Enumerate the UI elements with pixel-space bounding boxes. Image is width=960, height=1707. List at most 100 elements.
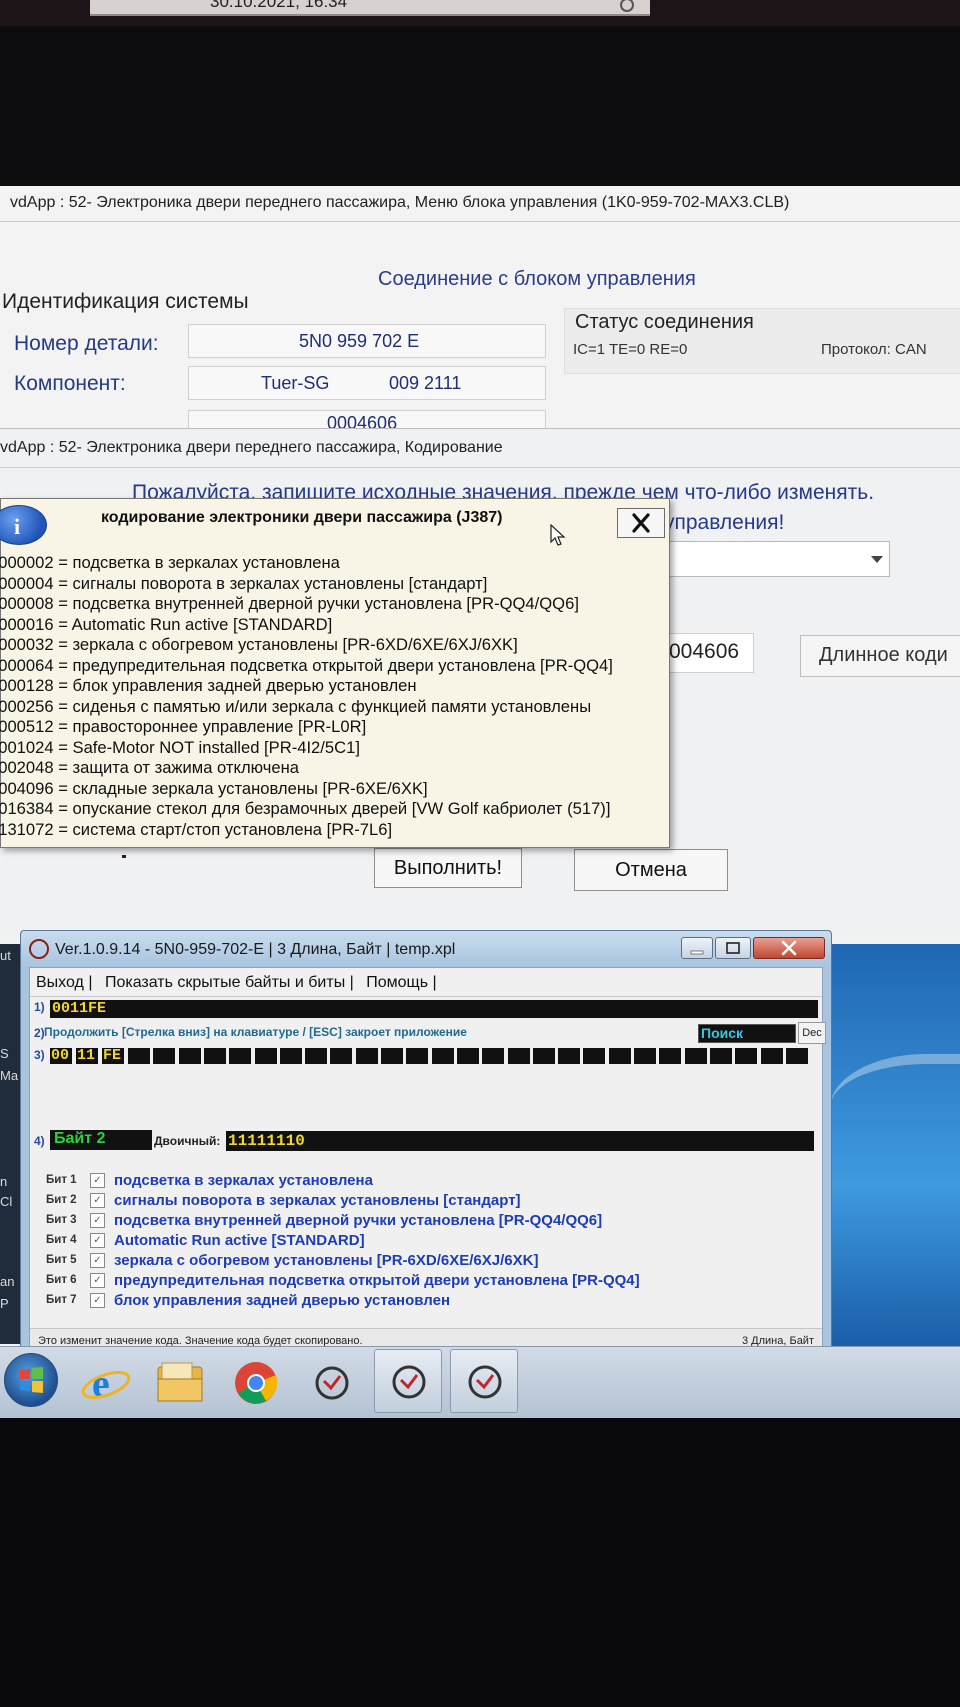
file-explorer-icon[interactable]: [152, 1357, 208, 1409]
close-icon[interactable]: [618, 509, 664, 537]
long-coding-button[interactable]: Длинное коди: [800, 635, 960, 677]
part-number-value: 5N0 959 702 E: [299, 331, 420, 351]
bit-description: подсветка внутренней дверной ручки устан…: [114, 1212, 603, 1229]
byte-cell-empty[interactable]: [532, 1048, 555, 1064]
coding-combo[interactable]: [664, 541, 890, 577]
app-logo-icon: [29, 939, 49, 959]
byte-cell-empty[interactable]: [760, 1048, 783, 1064]
byte-cell-empty[interactable]: [608, 1048, 631, 1064]
background-window-edge: ut S Ma n Cl an P: [0, 944, 22, 1344]
byte-cell[interactable]: 00: [50, 1047, 72, 1064]
code-value-bar[interactable]: 0011FE: [50, 1000, 818, 1018]
byte-cell-empty[interactable]: [558, 1048, 581, 1064]
byte-label: Байт 2: [54, 1130, 106, 1147]
warning-line-2: управления!: [664, 511, 785, 534]
bit-label: Бит 3: [46, 1214, 77, 1226]
bit-checkbox[interactable]: ✓: [90, 1213, 105, 1228]
cancel-button[interactable]: Отмена: [574, 849, 728, 891]
taskbar-button[interactable]: [374, 1349, 442, 1413]
coding-input[interactable]: 004606: [664, 633, 754, 673]
binary-value-bar[interactable]: 11111110: [226, 1131, 814, 1151]
top-window-edge: [90, 0, 650, 16]
desktop-wallpaper: [830, 944, 960, 1346]
byte-cell-empty[interactable]: [203, 1048, 226, 1064]
vcds-icon[interactable]: [304, 1357, 360, 1409]
byte-cell-empty[interactable]: [583, 1048, 606, 1064]
control-unit-window: vdApp : 52- Электроника двери переднего …: [0, 186, 960, 430]
byte-cell-empty[interactable]: [709, 1048, 732, 1064]
minimize-button[interactable]: [681, 937, 713, 959]
byte-cell-empty[interactable]: [153, 1048, 176, 1064]
close-button[interactable]: [617, 508, 665, 538]
byte-cell-empty[interactable]: [406, 1048, 429, 1064]
byte-cell-empty[interactable]: [330, 1048, 353, 1064]
binary-label: Двоичный:: [154, 1134, 221, 1148]
window-title: Ver.1.0.9.14 - 5N0-959-702-E | 3 Длина, …: [55, 941, 456, 958]
windows-start-icon[interactable]: [4, 1353, 58, 1407]
search-field[interactable]: Поиск: [698, 1024, 796, 1043]
bit-checkbox[interactable]: ✓: [90, 1273, 105, 1288]
dec-button[interactable]: Dec: [798, 1022, 826, 1044]
divider: [0, 221, 960, 222]
menu-item-help[interactable]: Помощь |: [366, 974, 436, 991]
row-4-label: 4): [34, 1134, 45, 1148]
internet-explorer-icon[interactable]: e: [78, 1357, 134, 1409]
bit-label: Бит 1: [46, 1174, 77, 1186]
menu-item-exit[interactable]: Выход |: [36, 974, 92, 991]
byte-cell-empty[interactable]: [355, 1048, 378, 1064]
row-3-label: 3): [34, 1048, 45, 1062]
chevron-down-icon[interactable]: [871, 556, 883, 563]
byte-cell-empty[interactable]: [128, 1048, 150, 1064]
bit-checkbox[interactable]: ✓: [90, 1193, 105, 1208]
byte-cell[interactable]: 11: [76, 1047, 98, 1064]
bit-checkbox[interactable]: ✓: [90, 1293, 105, 1308]
byte-cell-empty[interactable]: [305, 1048, 328, 1064]
window-title: vdApp : 52- Электроника двери переднего …: [0, 439, 503, 456]
byte-cell-empty[interactable]: [381, 1048, 403, 1064]
close-icon[interactable]: [754, 938, 824, 958]
tooltip-lines: 0000002 = подсветка в зеркалах установле…: [0, 553, 613, 840]
tooltip-line: 0000002 = подсветка в зеркалах установле…: [0, 553, 340, 572]
byte-cell-empty[interactable]: [482, 1048, 505, 1064]
byte-cell-empty[interactable]: [785, 1048, 808, 1064]
part-number-field: 5N0 959 702 E: [188, 324, 546, 358]
divider: [0, 467, 960, 468]
minimize-icon[interactable]: [682, 938, 712, 958]
background-window-text: Cl: [0, 1194, 13, 1209]
byte-cell-empty[interactable]: [735, 1048, 758, 1064]
bit-checkbox[interactable]: ✓: [90, 1253, 105, 1268]
row-1-label: 1): [34, 1000, 45, 1014]
maximize-icon[interactable]: [716, 938, 750, 958]
byte-cell-empty[interactable]: [507, 1048, 530, 1064]
chrome-icon[interactable]: [228, 1357, 284, 1409]
menu-bar: Выход | Показать скрытые байты и биты | …: [36, 974, 437, 992]
search-label: Поиск: [701, 1025, 744, 1041]
bit-label: Бит 6: [46, 1274, 77, 1286]
vcds-icon[interactable]: [457, 1356, 513, 1408]
maximize-button[interactable]: [715, 937, 751, 959]
taskbar-button[interactable]: [450, 1349, 518, 1413]
byte-cell-empty[interactable]: [254, 1048, 277, 1064]
hex-coding-tool-window: Ver.1.0.9.14 - 5N0-959-702-E | 3 Длина, …: [20, 930, 832, 1362]
byte-cell-empty[interactable]: [634, 1048, 656, 1064]
byte-cell-empty[interactable]: [279, 1048, 302, 1064]
title-bar: Ver.1.0.9.14 - 5N0-959-702-E | 3 Длина, …: [21, 931, 831, 967]
byte-cell-empty[interactable]: [431, 1048, 454, 1064]
menu-item-show-hidden[interactable]: Показать скрытые байты и биты |: [105, 974, 354, 991]
byte-cell-empty[interactable]: [456, 1048, 479, 1064]
bit-checkbox[interactable]: ✓: [90, 1233, 105, 1248]
connection-heading: Соединение с блоком управления: [378, 268, 696, 290]
bit-checkbox[interactable]: ✓: [90, 1173, 105, 1188]
coding-info-tooltip: i кодирование электроники двери пассажир…: [0, 498, 670, 848]
window-close-button[interactable]: [753, 937, 825, 959]
byte-cell-empty[interactable]: [178, 1048, 201, 1064]
byte-cell[interactable]: FE: [102, 1047, 124, 1064]
byte-cell-value: 11: [77, 1047, 96, 1064]
vcds-icon[interactable]: [381, 1356, 437, 1408]
byte-cell-empty[interactable]: [659, 1048, 682, 1064]
protocol-label: Протокол: CAN: [821, 341, 927, 358]
byte-cell-empty[interactable]: [229, 1048, 252, 1064]
tooltip-title: кодирование электроники двери пассажира …: [101, 509, 503, 526]
execute-button[interactable]: Выполнить!: [374, 848, 522, 888]
byte-cell-empty[interactable]: [684, 1048, 707, 1064]
